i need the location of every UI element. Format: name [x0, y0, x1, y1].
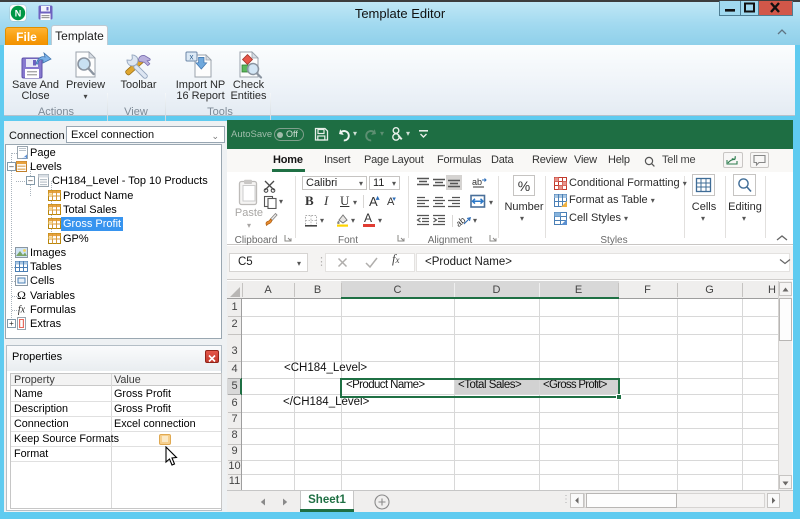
svg-text:N: N: [15, 9, 22, 19]
svg-text:ab: ab: [457, 215, 468, 227]
svg-text:x: x: [190, 53, 194, 62]
svg-text:Ω: Ω: [17, 288, 26, 301]
svg-text:fx: fx: [18, 305, 26, 316]
svg-text:ab: ab: [472, 177, 482, 187]
